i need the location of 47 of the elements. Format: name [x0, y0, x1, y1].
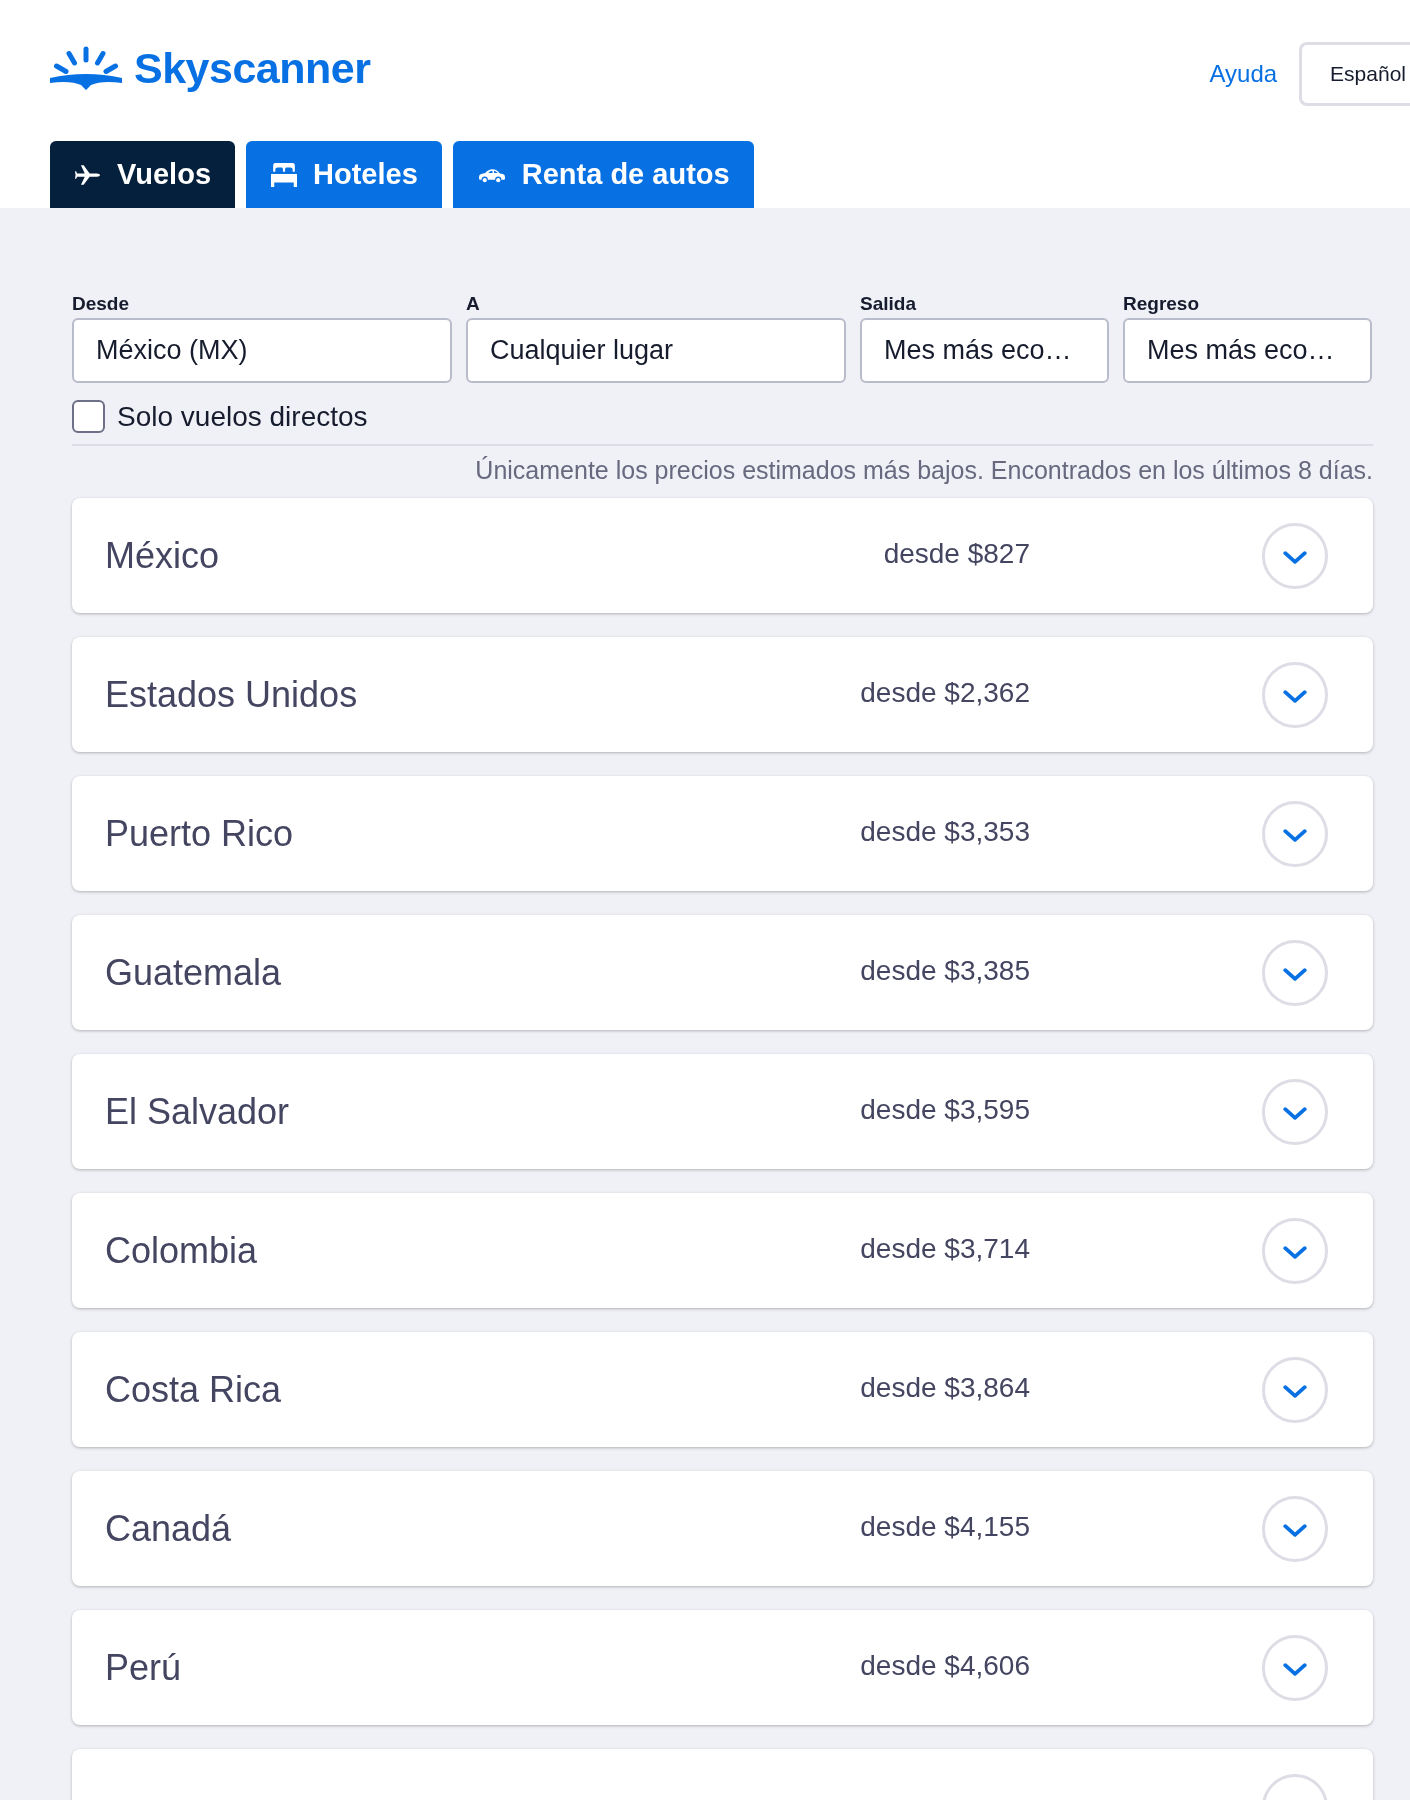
destination-card[interactable]: México desde $827: [72, 498, 1373, 613]
text-field[interactable]: Mes más eco…: [860, 318, 1109, 383]
destination-name: Canadá: [105, 1507, 233, 1550]
field-label: Salida: [860, 293, 917, 315]
logo-wordmark[interactable]: Skyscanner: [134, 43, 371, 93]
destination-price: desde $4,155: [860, 1510, 1030, 1543]
destination-price: desde $2,362: [860, 676, 1030, 709]
bed-icon: [271, 162, 297, 187]
destination-price: desde $3,385: [860, 954, 1030, 987]
destination-price: desde $3,864: [860, 1371, 1030, 1404]
destination-name: Costa Rica: [105, 1368, 283, 1411]
text-field[interactable]: Mes más eco…: [1123, 318, 1372, 383]
destination-price: desde $3,595: [860, 1093, 1030, 1126]
destination-price: desde $3,353: [860, 815, 1030, 848]
field-label: Regreso: [1123, 293, 1201, 315]
destination-name: Puerto Rico: [105, 812, 295, 855]
destination-card[interactable]: Costa Rica desde $3,864: [72, 1332, 1373, 1447]
destination-name: Estados Unidos: [105, 673, 359, 716]
destination-card[interactable]: Perú desde $4,606: [72, 1610, 1373, 1725]
text-field[interactable]: México (MX): [72, 318, 452, 383]
language-button[interactable]: Español: [1299, 42, 1410, 106]
destination-price: desde $4,606: [860, 1649, 1030, 1682]
help-link[interactable]: Ayuda: [1209, 60, 1278, 88]
destination-card[interactable]: El Salvador desde $3,595: [72, 1054, 1373, 1169]
destination-card[interactable]: Canadá desde $4,155: [72, 1471, 1373, 1586]
price-note: Únicamente los precios estimados más bajos. Encontrados en los últimos 8 días.: [474, 455, 1373, 485]
destination-name: Colombia: [105, 1229, 259, 1272]
destination-name: Perú: [105, 1646, 183, 1689]
text-field[interactable]: Cualquier lugar: [466, 318, 846, 383]
destination-price: desde $3,714: [860, 1232, 1030, 1265]
checkbox[interactable]: [72, 400, 105, 433]
destination-card[interactable]: Guatemala desde $3,385: [72, 915, 1373, 1030]
destination-name: Guatemala: [105, 951, 283, 994]
destination-card[interactable]: Puerto Rico desde $3,353: [72, 776, 1373, 891]
sunrise-logo-icon: [50, 45, 122, 91]
car-icon: [477, 166, 506, 183]
checkbox-label[interactable]: Solo vuelos directos: [117, 400, 368, 433]
destination-name: El Salvador: [105, 1090, 291, 1133]
tab[interactable]: Vuelos: [50, 141, 235, 208]
destination-price: desde $827: [883, 537, 1030, 570]
tab[interactable]: Renta de autos: [452, 141, 754, 208]
destination-card[interactable]: Estados Unidos desde $2,362: [72, 637, 1373, 752]
field-label: A: [466, 293, 481, 315]
field-label: Desde: [72, 293, 131, 315]
tab[interactable]: Hoteles: [246, 141, 442, 208]
destination-name: México: [105, 534, 221, 577]
destination-card[interactable]: Colombia desde $3,714: [72, 1193, 1373, 1308]
